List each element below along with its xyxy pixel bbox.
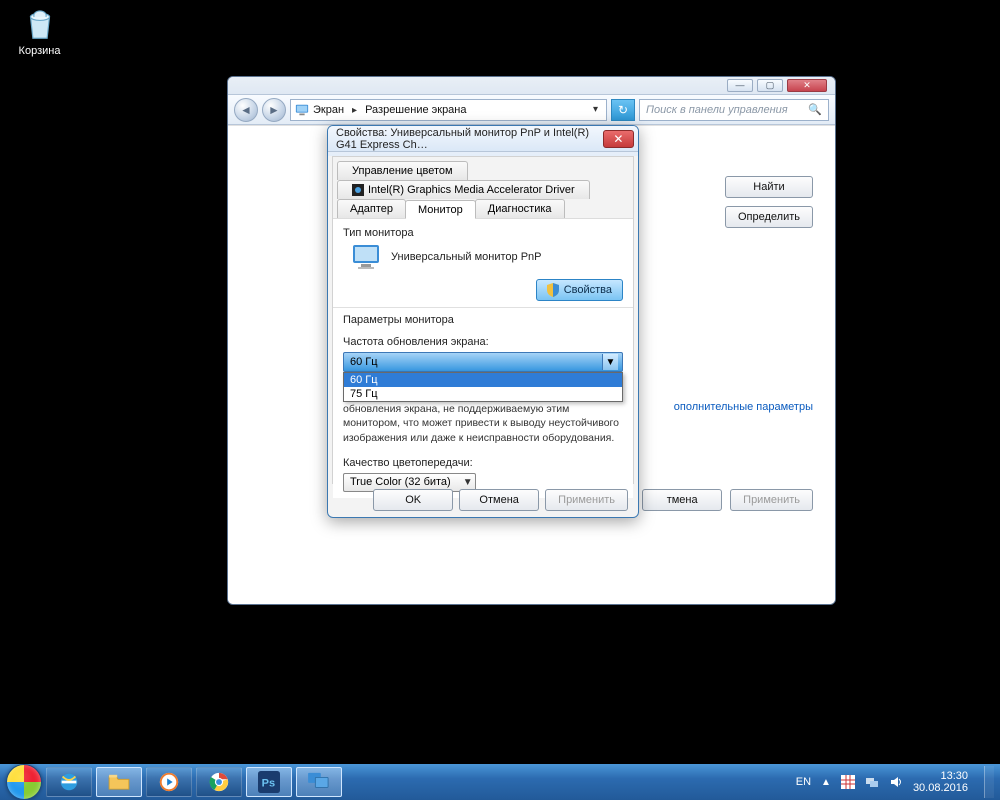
dialog-close-button[interactable]: ✕ [603, 130, 634, 148]
tab-strip: Управление цветом Intel(R) Graphics Medi… [333, 157, 633, 219]
clock-date: 30.08.2016 [913, 782, 968, 794]
clock[interactable]: 13:30 30.08.2016 [913, 770, 968, 794]
clock-time: 13:30 [913, 770, 968, 782]
tab-diagnostics[interactable]: Диагностика [475, 199, 565, 218]
color-quality-label: Качество цветопередачи: [343, 457, 623, 469]
display-settings-icon [307, 772, 331, 792]
wmp-icon [158, 771, 180, 793]
system-tray: EN ▲ 13:30 30.08.2016 [796, 766, 994, 798]
language-indicator[interactable]: EN [796, 776, 811, 788]
recycle-bin-icon [21, 5, 59, 43]
tab-adapter[interactable]: Адаптер [337, 199, 406, 218]
forward-button[interactable]: ► [262, 98, 286, 122]
nav-bar: ◄ ► Экран Разрешение экрана ▾ ↻ Поиск в … [228, 95, 835, 125]
taskbar-item-chrome[interactable] [196, 767, 242, 797]
apply-button[interactable]: Применить [545, 489, 628, 511]
tab-intel-driver[interactable]: Intel(R) Graphics Media Accelerator Driv… [337, 180, 590, 199]
taskbar-item-photoshop[interactable]: Ps [246, 767, 292, 797]
address-dropdown[interactable]: ▾ [589, 104, 602, 115]
start-button[interactable] [6, 764, 42, 800]
parent-cancel-button[interactable]: тмена [642, 489, 722, 511]
refresh-button[interactable]: ↻ [611, 99, 635, 121]
taskbar-item-display-settings[interactable] [296, 767, 342, 797]
intel-icon [352, 184, 364, 196]
ok-button[interactable]: OK [373, 489, 453, 511]
taskbar-item-wmp[interactable] [146, 767, 192, 797]
tray-overflow-icon[interactable]: ▲ [821, 777, 831, 788]
shield-icon [547, 283, 559, 297]
monitor-icon [295, 103, 309, 117]
refresh-rate-combobox[interactable]: 60 Гц ▼ 60 Гц 75 Гц [343, 352, 623, 372]
taskbar: Ps EN ▲ 13:30 30.08.2016 [0, 764, 1000, 800]
taskbar-item-explorer[interactable] [96, 767, 142, 797]
tab-color-management[interactable]: Управление цветом [337, 161, 468, 180]
monitor-properties-dialog: Свойства: Универсальный монитор PnP и In… [327, 125, 639, 518]
breadcrumb-item[interactable]: Экран [313, 104, 344, 116]
color-quality-value: True Color (32 бита) [350, 476, 451, 488]
monitor-properties-button[interactable]: Свойства [536, 279, 623, 301]
svg-text:Ps: Ps [262, 778, 275, 790]
refresh-rate-option[interactable]: 75 Гц [344, 387, 622, 401]
parent-apply-button[interactable]: Применить [730, 489, 813, 511]
address-bar[interactable]: Экран Разрешение экрана ▾ [290, 99, 607, 121]
monitor-type-label: Тип монитора [343, 227, 623, 239]
divider [333, 307, 633, 308]
chevron-down-icon: ▼ [602, 354, 618, 370]
network-icon[interactable] [865, 775, 879, 789]
recycle-bin-label: Корзина [12, 45, 67, 57]
dialog-titlebar[interactable]: Свойства: Универсальный монитор PnP и In… [328, 126, 638, 152]
search-placeholder: Поиск в панели управления [646, 104, 788, 116]
chrome-icon [208, 771, 230, 793]
window-titlebar: — ▢ ✕ [228, 77, 835, 95]
taskbar-item-ie[interactable] [46, 767, 92, 797]
dialog-footer: OK Отмена Применить [373, 489, 628, 511]
refresh-rate-label: Частота обновления экрана: [343, 336, 623, 348]
identify-button[interactable]: Определить [725, 206, 813, 228]
monitor-settings-label: Параметры монитора [343, 314, 623, 326]
ie-icon [58, 771, 80, 793]
breadcrumb-separator [348, 104, 361, 116]
back-button[interactable]: ◄ [234, 98, 258, 122]
find-button[interactable]: Найти [725, 176, 813, 198]
folder-icon [108, 773, 130, 791]
maximize-button[interactable]: ▢ [757, 79, 783, 92]
advanced-settings-link[interactable]: ополнительные параметры [674, 401, 813, 413]
monitor-name: Универсальный монитор PnP [391, 251, 542, 263]
recycle-bin[interactable]: Корзина [12, 5, 67, 57]
search-icon: 🔍 [808, 103, 822, 116]
photoshop-icon: Ps [258, 771, 280, 793]
close-button[interactable]: ✕ [787, 79, 827, 92]
chevron-down-icon: ▼ [463, 477, 473, 488]
flag-icon[interactable] [841, 775, 855, 789]
dialog-content: Управление цветом Intel(R) Graphics Medi… [332, 156, 634, 484]
tab-monitor[interactable]: Монитор [405, 200, 476, 219]
dialog-title: Свойства: Универсальный монитор PnP и In… [336, 127, 603, 151]
search-input[interactable]: Поиск в панели управления 🔍 [639, 99, 829, 121]
cancel-button[interactable]: Отмена [459, 489, 539, 511]
refresh-rate-selected: 60 Гц [350, 356, 378, 368]
refresh-rate-dropdown-list: 60 Гц 75 Гц [343, 372, 623, 402]
volume-icon[interactable] [889, 775, 903, 789]
tab-body-monitor: Тип монитора Универсальный монитор PnP С… [333, 219, 633, 498]
monitor-icon [351, 243, 383, 271]
refresh-rate-option[interactable]: 60 Гц [344, 373, 622, 387]
minimize-button[interactable]: — [727, 79, 753, 92]
breadcrumb-item[interactable]: Разрешение экрана [365, 104, 466, 116]
show-desktop-button[interactable] [984, 766, 994, 798]
